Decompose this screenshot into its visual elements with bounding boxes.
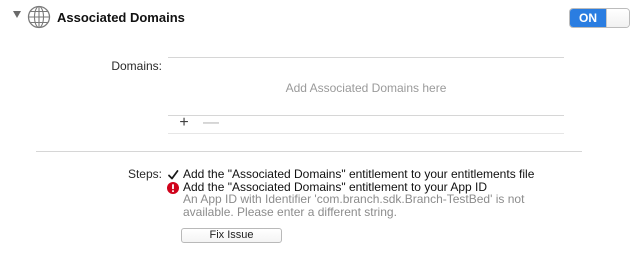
steps-label: Steps: [127,167,162,181]
capability-toggle[interactable]: ON [569,8,630,28]
associated-domains-capability-panel: Associated Domains ON Domains: Add Assoc… [0,0,644,262]
error-detail-text: An App ID with Identifier 'com.branch.sd… [183,192,525,219]
disclosure-triangle-icon[interactable] [13,11,21,18]
fix-issue-button[interactable]: Fix Issue [181,228,282,243]
capability-title: Associated Domains [57,10,185,25]
toggle-knob [606,9,629,27]
domains-list[interactable]: Add Associated Domains here [168,57,564,116]
section-divider [36,151,582,152]
error-icon [167,181,179,194]
domains-placeholder: Add Associated Domains here [285,81,447,95]
toggle-on-label: ON [570,9,606,27]
add-domain-button[interactable]: + [177,115,191,131]
domains-label: Domains: [111,59,162,73]
check-icon [167,168,179,180]
step-text: Add the "Associated Domains" entitlement… [183,167,535,181]
remove-domain-button[interactable]: — [203,115,219,131]
globe-icon [27,5,51,29]
domains-button-bar-divider [168,133,564,134]
step-item: Add the "Associated Domains" entitlement… [167,167,534,181]
